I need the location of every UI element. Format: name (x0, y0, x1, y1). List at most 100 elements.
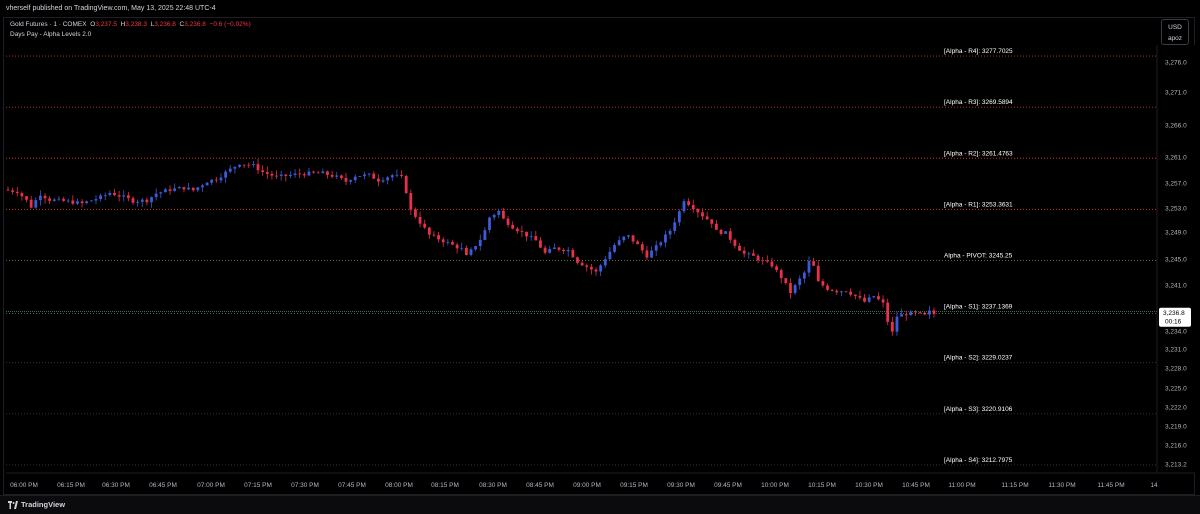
candle-body (483, 230, 487, 240)
candle-body (636, 241, 640, 245)
candle-body (99, 195, 102, 200)
x-tick-label: 10:00 PM (761, 482, 789, 489)
price-chart[interactable]: [Alpha - R4]: 3277.7025 [Alpha - R3]: 326… (0, 0, 1200, 495)
candle-body (691, 205, 695, 210)
candle-body (918, 312, 922, 313)
candle-body (502, 210, 505, 219)
x-tick-label: 08:15 PM (431, 482, 459, 489)
candle-body (62, 198, 65, 201)
x-tick-label: 11:00 PM (948, 482, 975, 489)
footer-bar: TradingView (0, 495, 1200, 514)
candle-body (275, 175, 278, 177)
candle-body (66, 200, 70, 202)
candle-body (497, 210, 501, 215)
candle-body (867, 297, 871, 302)
brand-text: TradingView (21, 500, 66, 509)
candle-body (589, 266, 593, 270)
candle-body (89, 200, 93, 202)
candle-body (377, 178, 380, 182)
x-tick-label: 06:00 PM (10, 482, 38, 489)
x-tick-label: 10:45 PM (902, 482, 930, 489)
candle-body (372, 173, 376, 179)
y-tick-label: 3,241.0 (1165, 283, 1187, 290)
candle-body (682, 201, 686, 212)
tradingview-logo[interactable]: TradingView (8, 500, 65, 509)
candle-body (895, 316, 899, 332)
candle-body (279, 174, 283, 176)
candle-body (890, 321, 894, 332)
candle-body (367, 173, 371, 175)
candle-body (76, 201, 79, 204)
candle-body (622, 236, 626, 241)
y-tick-label: 3,261.0 (1165, 155, 1187, 162)
candle-body (136, 201, 140, 203)
candle-body (177, 187, 181, 189)
candle-body (756, 255, 760, 261)
candle-body (247, 164, 251, 166)
candle-body (108, 192, 112, 195)
candle-body (677, 211, 681, 223)
candle-body (617, 240, 621, 246)
candle-body (265, 171, 269, 174)
candle-body (761, 260, 765, 262)
candle-body (140, 199, 144, 202)
candle-body (418, 216, 422, 224)
x-tick-label: 07:30 PM (291, 482, 319, 489)
candle-body (390, 175, 394, 178)
candle-body (664, 234, 667, 243)
candle-body (52, 199, 56, 201)
x-tick-label: 11:45 PM (1097, 482, 1124, 489)
x-tick-label: 14 (1150, 482, 1158, 489)
candle-body (395, 174, 399, 176)
candle-body (714, 223, 718, 230)
candle-body (840, 291, 843, 293)
candle-body (576, 257, 579, 263)
candle-body (770, 261, 774, 267)
candle-body (289, 174, 292, 176)
candle-body (85, 201, 89, 204)
candle-body (525, 231, 528, 237)
candle-body (511, 224, 515, 229)
candle-body (478, 239, 482, 247)
candle-body (113, 192, 116, 196)
candle-body (858, 296, 862, 298)
candle-body (640, 244, 644, 251)
candle-body (414, 209, 417, 217)
candle-body (557, 247, 561, 250)
x-tick-label: 06:30 PM (102, 482, 130, 489)
x-tick-label: 07:15 PM (244, 482, 272, 489)
candle-body (242, 164, 246, 166)
candle-body (872, 296, 876, 298)
level-label-0: [Alpha - R4]: 3277.7025 (944, 48, 1013, 55)
candle-body (474, 246, 478, 250)
candle-body (900, 314, 903, 317)
candle-body (728, 231, 732, 240)
candle-body (344, 177, 348, 182)
candle-body (668, 230, 672, 235)
candle-body (103, 194, 107, 196)
x-tick-label: 10:15 PM (808, 482, 836, 489)
candle-body (48, 198, 52, 201)
candle-body (349, 180, 353, 182)
candle-body (548, 249, 552, 253)
candle-body (627, 235, 630, 237)
candle-body (307, 171, 311, 176)
y-tick-label: 3,216.0 (1165, 443, 1187, 450)
candle-body (826, 285, 829, 290)
candle-body (821, 281, 825, 286)
candle-body (201, 185, 204, 188)
x-tick-label: 09:45 PM (714, 482, 742, 489)
candle-body (529, 236, 533, 237)
candle-body (173, 188, 177, 191)
candle-body (80, 201, 84, 204)
candle-body (11, 190, 15, 192)
candle-body (886, 302, 890, 322)
candle-body (404, 175, 408, 194)
tradingview-icon (8, 500, 18, 509)
candle-body (844, 291, 848, 293)
candle-body (724, 231, 728, 234)
candle-body (599, 265, 603, 272)
candle-body (432, 234, 436, 236)
candle-body (687, 201, 691, 206)
candle-body (673, 222, 677, 231)
